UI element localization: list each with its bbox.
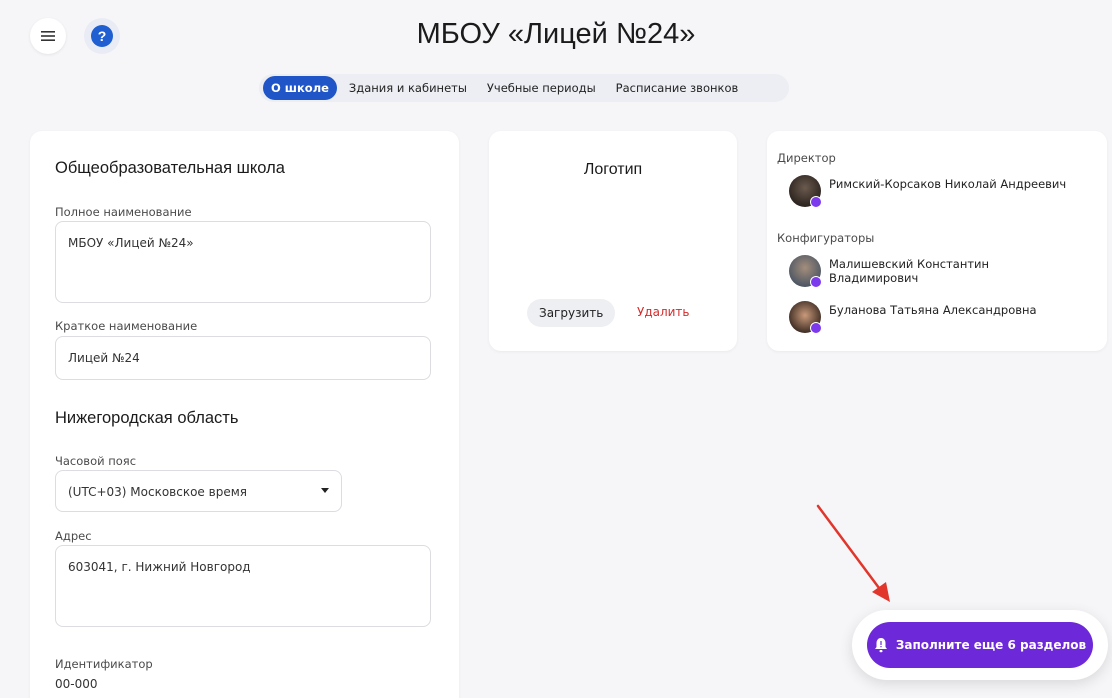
configurators-label: Конфигураторы (777, 231, 875, 245)
director-person[interactable]: Римский-Корсаков Николай Андреевич (789, 175, 1067, 208)
region-title: Нижегородская область (55, 409, 239, 427)
address-value: 603041, г. Нижний Новгород (68, 560, 251, 574)
tab-bell-schedule[interactable]: Расписание звонков (608, 76, 747, 100)
full-name-field[interactable]: МБОУ «Лицей №24» (55, 221, 431, 303)
configurator-person-1[interactable]: Малишевский Константин Владимирович (789, 255, 989, 288)
role-badge-icon (810, 196, 822, 208)
logo-card: Логотип Загрузить Удалить (489, 131, 737, 351)
people-card: Директор Римский-Корсаков Николай Андрее… (767, 131, 1107, 351)
full-name-value: МБОУ «Лицей №24» (68, 236, 194, 250)
annotation-arrow-icon (816, 504, 890, 602)
short-name-label: Краткое наименование (55, 319, 198, 333)
director-name: Римский-Корсаков Николай Андреевич (829, 177, 1067, 191)
identifier-label: Идентификатор (55, 657, 153, 671)
tab-about-school[interactable]: О школе (263, 76, 337, 100)
cta-container: Заполните еще 6 разделов (852, 610, 1108, 680)
short-name-field[interactable]: Лицей №24 (55, 336, 431, 380)
avatar (789, 255, 822, 288)
avatar (789, 301, 822, 334)
logo-title: Логотип (583, 161, 643, 178)
configurator-name-1-line1: Малишевский Константин (829, 257, 990, 271)
configurator-name-1: Малишевский Константин Владимирович (829, 257, 989, 285)
timezone-label: Часовой пояс (55, 454, 137, 468)
role-badge-icon (810, 276, 822, 288)
address-label: Адрес (55, 529, 92, 543)
full-name-label: Полное наименование (55, 205, 192, 219)
delete-button[interactable]: Удалить (637, 305, 690, 319)
configurator-name-1-line2: Владимирович (829, 271, 919, 285)
configurator-person-2[interactable]: Буланова Татьяна Александровна (789, 301, 1037, 334)
chevron-down-icon (321, 488, 329, 493)
school-type-title: Общеобразовательная школа (55, 159, 285, 177)
avatar (789, 175, 822, 208)
identifier-value: 00-000 (55, 677, 98, 691)
address-field[interactable]: 603041, г. Нижний Новгород (55, 545, 431, 627)
top-bar: ? МБОУ «Лицей №24» (0, 0, 1112, 80)
upload-button[interactable]: Загрузить (527, 299, 616, 327)
school-info-card: Общеобразовательная школа Полное наимено… (30, 131, 459, 698)
page-title: МБОУ «Лицей №24» (416, 18, 696, 50)
tab-periods[interactable]: Учебные периоды (479, 76, 604, 100)
tab-bar: О школе Здания и кабинеты Учебные период… (259, 74, 789, 102)
timezone-select[interactable]: (UTC+03) Московское время (55, 470, 342, 512)
fill-sections-button[interactable]: Заполните еще 6 разделов (867, 622, 1093, 668)
configurator-name-2: Буланова Татьяна Александровна (829, 303, 1037, 317)
tab-buildings[interactable]: Здания и кабинеты (341, 76, 475, 100)
short-name-value: Лицей №24 (68, 351, 140, 365)
bell-icon (874, 638, 887, 653)
fill-sections-label: Заполните еще 6 разделов (895, 638, 1087, 652)
role-badge-icon (810, 322, 822, 334)
timezone-value: (UTC+03) Московское время (68, 485, 247, 499)
director-label: Директор (777, 151, 836, 165)
